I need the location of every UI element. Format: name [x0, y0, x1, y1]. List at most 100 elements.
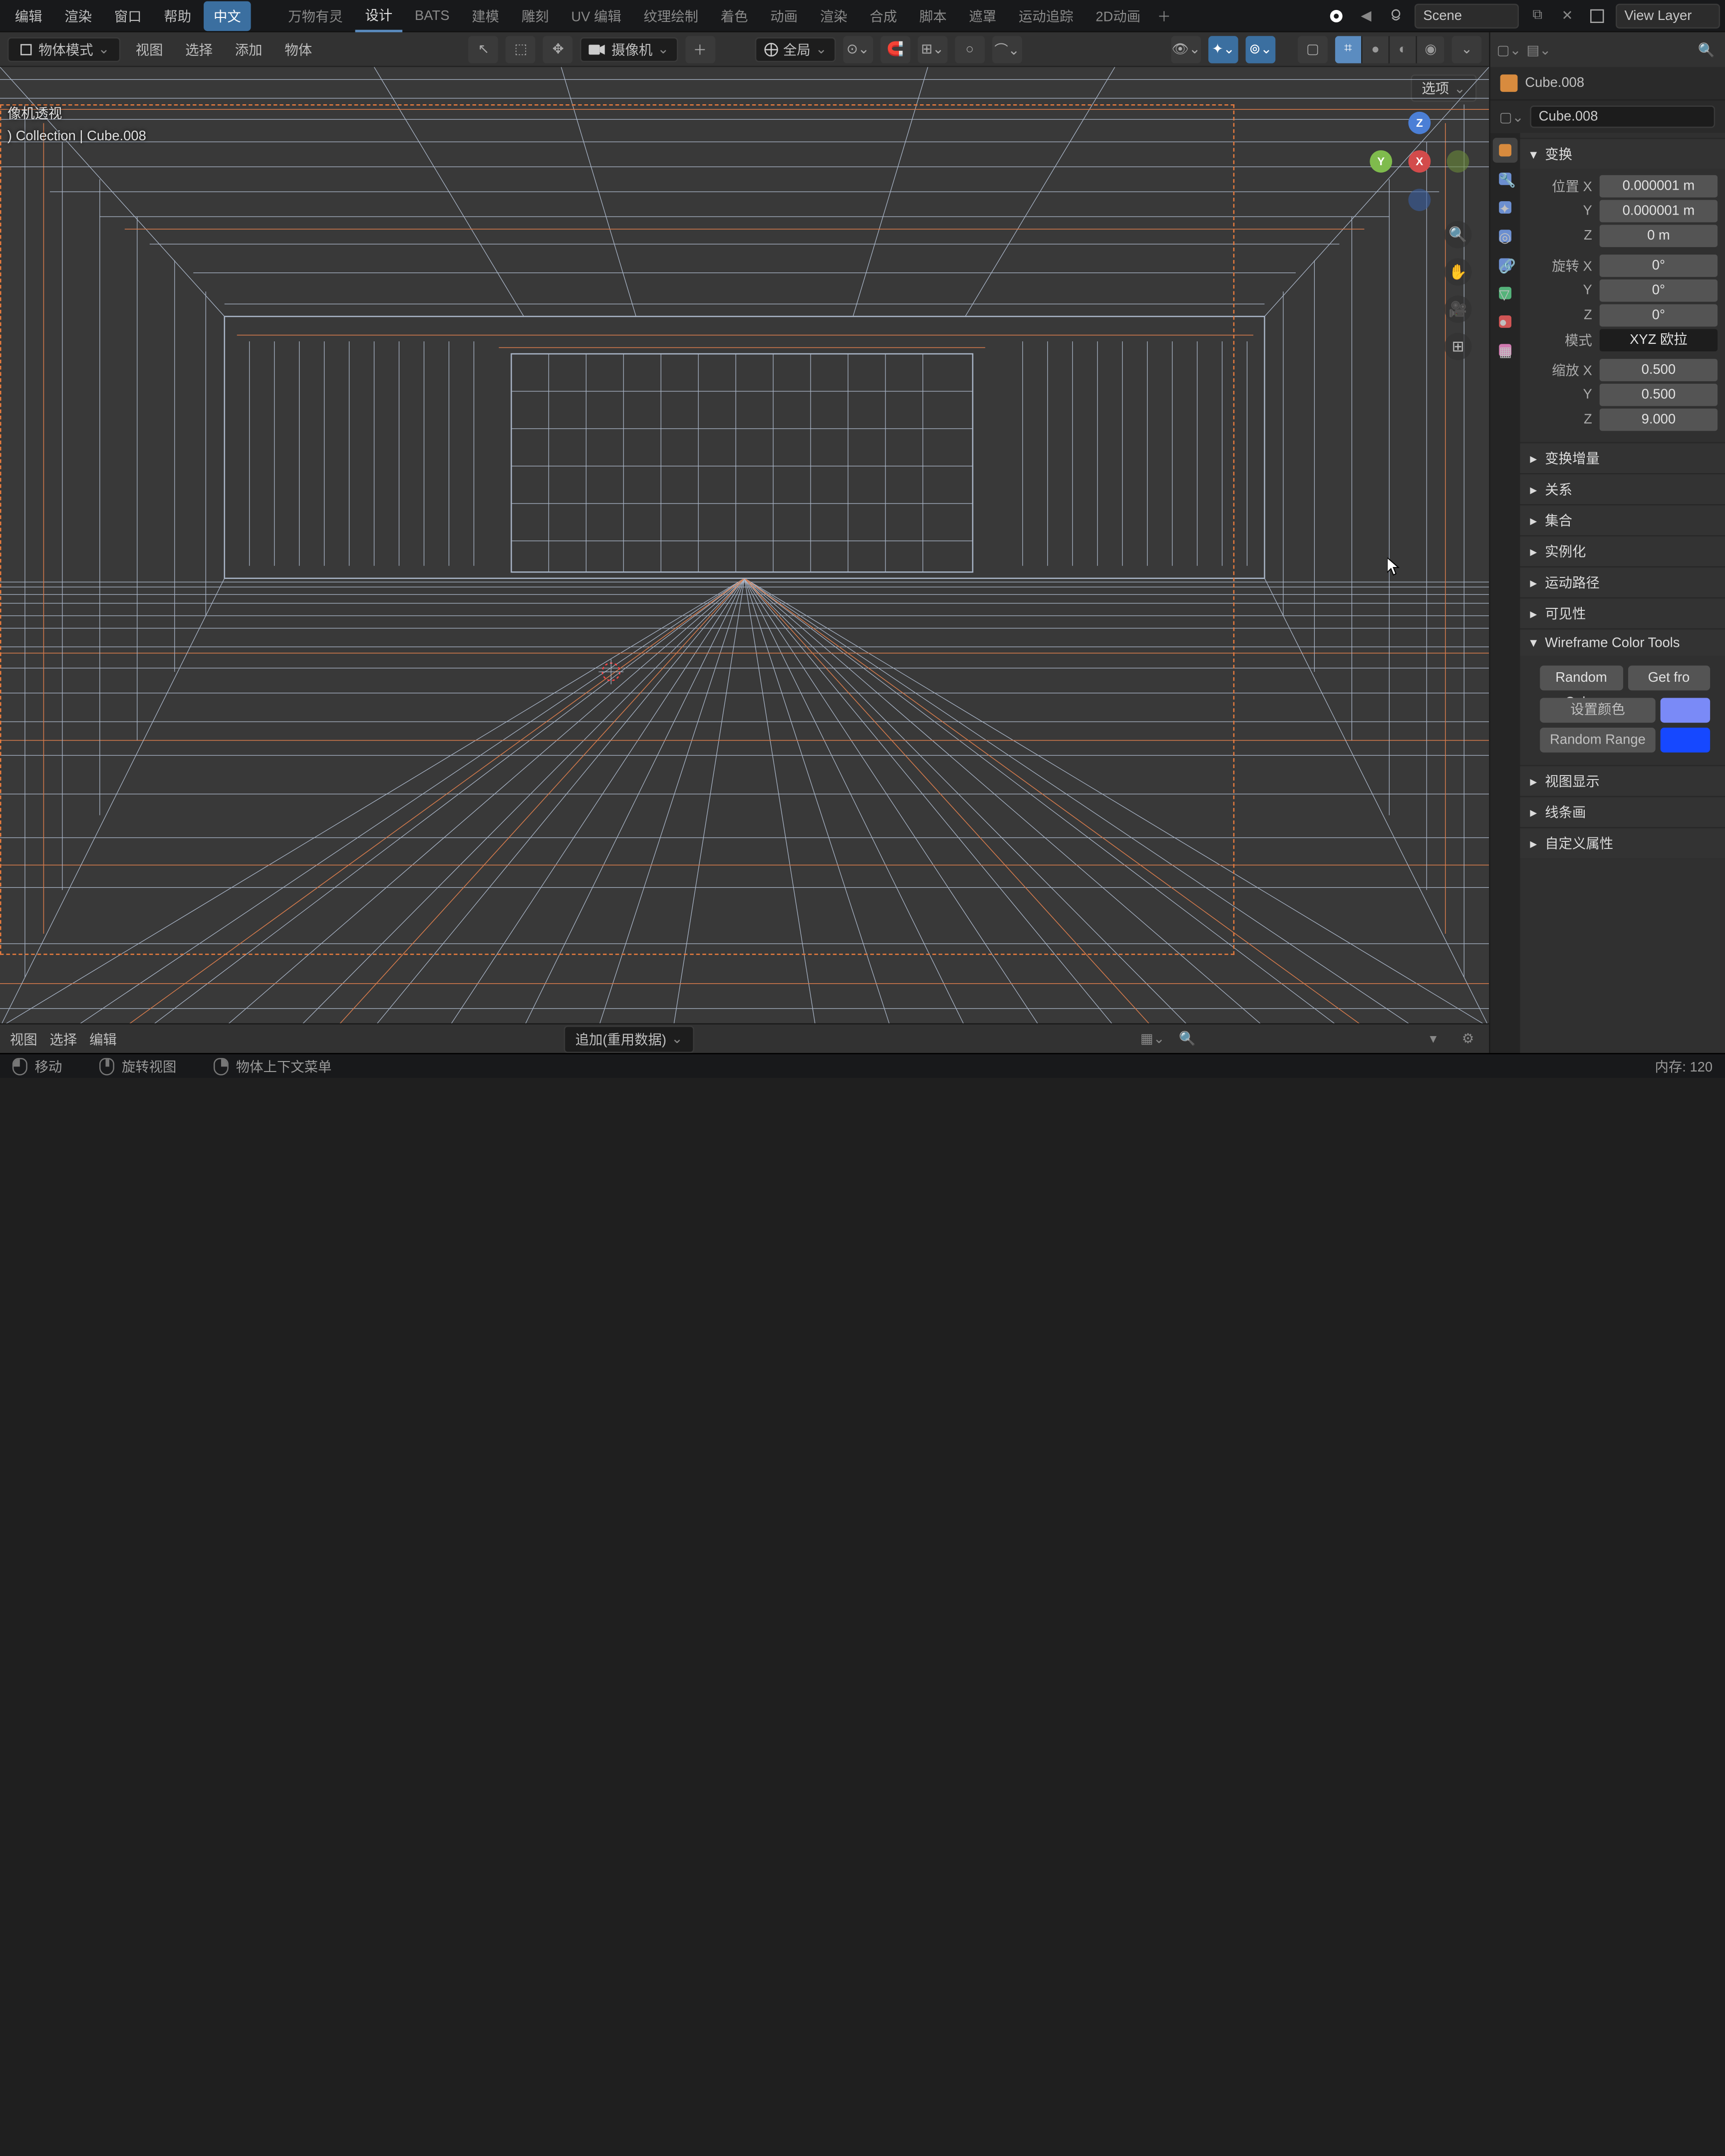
random-range-button[interactable]: Random Range: [1540, 728, 1655, 753]
ws-tab[interactable]: 运动追踪: [1009, 0, 1083, 30]
shading-options-icon[interactable]: ⌄: [1452, 35, 1482, 63]
import-mode-dropdown[interactable]: 追加(重用数据)⌄: [564, 1025, 694, 1053]
range-color-swatch[interactable]: [1661, 728, 1711, 753]
ws-tab[interactable]: 脚本: [909, 0, 957, 30]
shading-matprev-icon[interactable]: ◐: [1390, 35, 1417, 63]
set-color-button[interactable]: 设置颜色: [1540, 698, 1655, 723]
menu-edit[interactable]: 编辑: [5, 0, 52, 30]
shading-solid-icon[interactable]: ●: [1362, 35, 1390, 63]
cursor-tool-icon[interactable]: ↖: [469, 35, 499, 63]
menu-add[interactable]: 添加: [228, 35, 270, 63]
tab-texture[interactable]: ▦: [1493, 338, 1518, 363]
editor-type-icon[interactable]: ▢⌄: [1498, 38, 1520, 61]
bb-menu-select[interactable]: 选择: [50, 1029, 77, 1049]
viewlayer-name-field[interactable]: View Layer: [1616, 3, 1720, 28]
random-color-button[interactable]: Random Color: [1540, 666, 1622, 691]
tab-particles[interactable]: ✦: [1493, 195, 1518, 220]
viewlayer-icon[interactable]: [1586, 4, 1608, 27]
ws-tab[interactable]: 纹理绘制: [634, 0, 708, 30]
data-link-icon[interactable]: ▢⌄: [1500, 105, 1523, 128]
menu-view[interactable]: 视图: [128, 35, 171, 63]
pivot-dropdown-icon[interactable]: ⊙⌄: [843, 35, 873, 63]
panel-relations-header[interactable]: ▸关系: [1520, 473, 1725, 504]
search-icon[interactable]: 🔍: [1695, 38, 1718, 61]
ws-tab[interactable]: 渲染: [810, 0, 858, 30]
panel-delta-header[interactable]: ▸变换增量: [1520, 442, 1725, 473]
perspective-toggle-icon[interactable]: ⊞: [1444, 333, 1472, 360]
search-icon[interactable]: 🔍: [1176, 1028, 1198, 1050]
move-tool-icon[interactable]: ✥: [543, 35, 573, 63]
gear-icon[interactable]: ⚙: [1457, 1028, 1479, 1050]
ws-tab[interactable]: 雕刻: [512, 0, 559, 30]
panel-motionpath-header[interactable]: ▸运动路径: [1520, 566, 1725, 597]
menu-select[interactable]: 选择: [178, 35, 220, 63]
panel-transform-header[interactable]: ▾变换: [1520, 138, 1725, 169]
gizmo-x-axis[interactable]: X: [1409, 150, 1431, 173]
gizmo-neg-y-axis[interactable]: [1447, 150, 1469, 173]
proportional-falloff-icon[interactable]: ⌒⌄: [992, 35, 1022, 63]
panel-instancing-header[interactable]: ▸实例化: [1520, 535, 1725, 566]
ws-tab[interactable]: UV 编辑: [561, 0, 631, 30]
ws-tab[interactable]: 遮罩: [959, 0, 1006, 30]
bb-menu-edit[interactable]: 编辑: [89, 1029, 117, 1049]
scale-z-field[interactable]: 9.000: [1600, 409, 1718, 431]
rotation-mode-dropdown[interactable]: XYZ 欧拉: [1600, 329, 1718, 351]
menu-render[interactable]: 渲染: [54, 0, 102, 30]
rotation-y-field[interactable]: 0°: [1600, 279, 1718, 302]
tab-data[interactable]: ▽: [1493, 280, 1518, 305]
shading-rendered-icon[interactable]: ◉: [1417, 35, 1444, 63]
panel-visibility-header[interactable]: ▸可见性: [1520, 597, 1725, 628]
panel-lineart-header[interactable]: ▸线条画: [1520, 796, 1725, 827]
menu-object[interactable]: 物体: [277, 35, 319, 63]
navigation-gizmo[interactable]: Z Y X: [1370, 112, 1469, 211]
camera-view-icon[interactable]: 🎥: [1444, 295, 1472, 323]
gizmo-toggle-icon[interactable]: ✦⌄: [1208, 35, 1238, 63]
display-grid-icon[interactable]: ▦⌄: [1142, 1028, 1164, 1050]
ws-tab[interactable]: 2D动画: [1086, 0, 1150, 30]
ws-tab[interactable]: BATS: [405, 3, 459, 28]
display-mode-icon[interactable]: ▤⌄: [1527, 38, 1550, 61]
ws-tab[interactable]: 着色: [711, 0, 758, 30]
rotation-x-field[interactable]: 0°: [1600, 255, 1718, 277]
panel-customprops-header[interactable]: ▸自定义属性: [1520, 827, 1725, 858]
panel-wireframetools-header[interactable]: ▾Wireframe Color Tools: [1520, 628, 1725, 656]
ws-tab[interactable]: 建模: [462, 0, 509, 30]
copy-scene-icon[interactable]: ⧉: [1526, 4, 1549, 27]
proportional-edit-icon[interactable]: ○: [955, 35, 985, 63]
shading-wireframe-icon[interactable]: ⌗: [1335, 35, 1363, 63]
menu-language[interactable]: 中文: [204, 0, 251, 30]
gizmo-z-axis[interactable]: Z: [1409, 112, 1431, 134]
scene-name-field[interactable]: Scene: [1415, 3, 1519, 28]
ws-tab[interactable]: 合成: [860, 0, 907, 30]
panel-collection-header[interactable]: ▸集合: [1520, 504, 1725, 535]
menu-help[interactable]: 帮助: [154, 0, 202, 30]
tab-constraints[interactable]: 🔗: [1493, 252, 1518, 277]
filter-icon[interactable]: ▾: [1422, 1028, 1444, 1050]
location-x-field[interactable]: 0.000001 m: [1600, 175, 1718, 198]
ws-tab[interactable]: 万物有灵: [278, 0, 352, 30]
tab-physics[interactable]: ◎: [1493, 224, 1518, 249]
active-camera-chip[interactable]: 摄像机 ⌄: [580, 36, 678, 61]
overlays-toggle-icon[interactable]: ⊚⌄: [1246, 35, 1276, 63]
scene-icon[interactable]: [1385, 4, 1407, 27]
snap-toggle-icon[interactable]: 🧲: [880, 35, 910, 63]
blender-logo-icon[interactable]: [1325, 4, 1348, 27]
tab-material[interactable]: ●: [1493, 309, 1518, 334]
scale-x-field[interactable]: 0.500: [1600, 359, 1718, 381]
interaction-mode-dropdown[interactable]: 物体模式 ⌄: [7, 36, 121, 61]
active-object-row[interactable]: Cube.008: [1490, 67, 1725, 99]
gizmo-y-axis[interactable]: Y: [1370, 150, 1392, 173]
zoom-icon[interactable]: 🔍: [1444, 221, 1472, 249]
tab-modifier[interactable]: 🔧: [1493, 166, 1518, 191]
mesh-data-name-field[interactable]: Cube.008: [1530, 105, 1715, 128]
add-camera-icon[interactable]: ＋: [685, 35, 715, 63]
gizmo-neg-z-axis[interactable]: [1409, 189, 1431, 211]
ws-tab[interactable]: 动画: [760, 0, 808, 30]
get-from-button[interactable]: Get fro: [1628, 666, 1710, 691]
menu-window[interactable]: 窗口: [104, 0, 152, 30]
back-icon[interactable]: ◀: [1355, 4, 1378, 27]
panel-viewportdisplay-header[interactable]: ▸视图显示: [1520, 765, 1725, 796]
3d-viewport[interactable]: 选项⌄: [0, 67, 1489, 1023]
add-workspace-icon[interactable]: ＋: [1153, 4, 1175, 27]
set-color-swatch[interactable]: [1661, 698, 1711, 723]
